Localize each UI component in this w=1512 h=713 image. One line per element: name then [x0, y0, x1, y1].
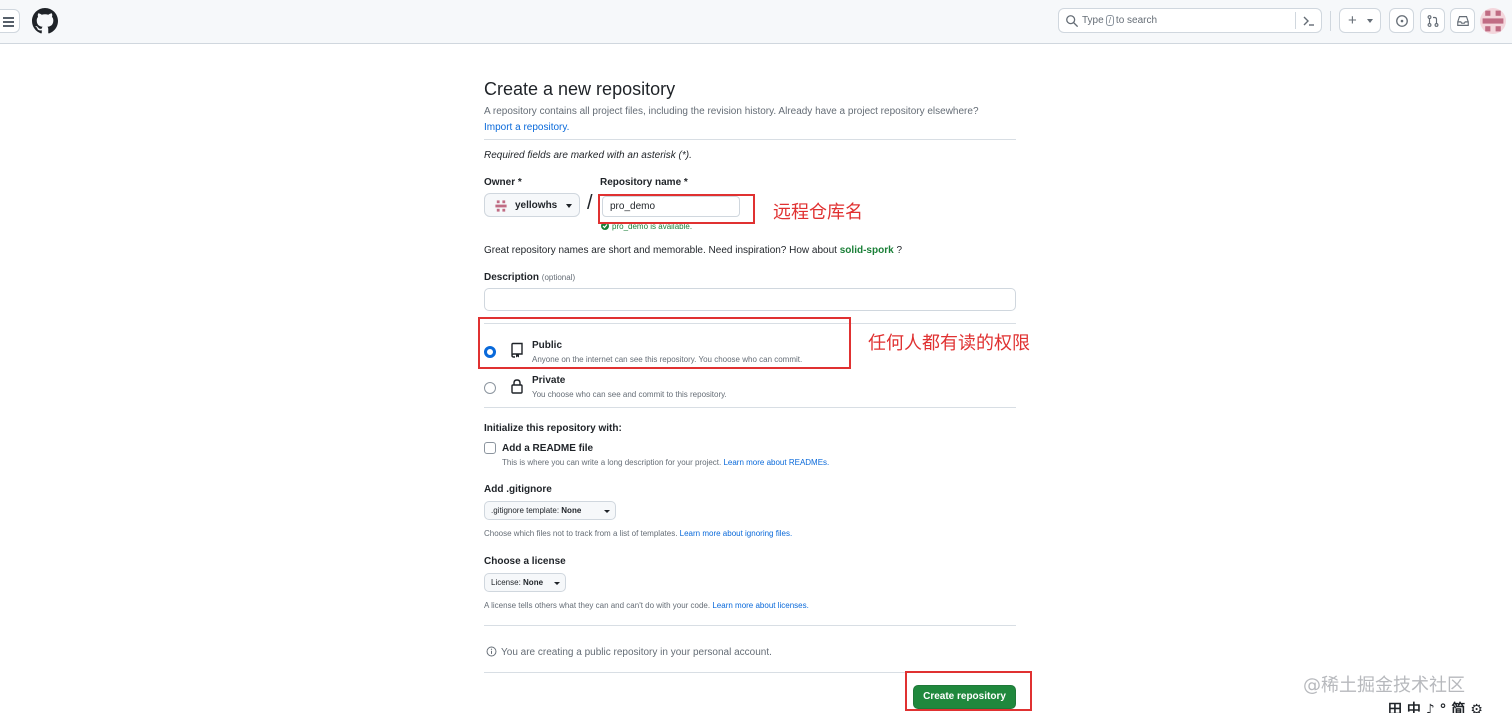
pull-requests-button[interactable]: [1420, 8, 1445, 33]
annotation-repo-name: 远程仓库名: [773, 202, 863, 223]
initialize-heading: Initialize this repository with:: [484, 423, 622, 434]
issue-opened-icon: [1396, 15, 1408, 27]
search-shortcut-key: /: [1105, 15, 1114, 26]
issues-button[interactable]: [1389, 8, 1414, 33]
private-title: Private: [532, 375, 566, 386]
gitignore-template-select[interactable]: .gitignore template: None: [484, 501, 616, 520]
license-select[interactable]: License: None: [484, 573, 566, 592]
inbox-icon: [1457, 16, 1469, 26]
private-subtitle: You choose who can see and commit to thi…: [532, 390, 727, 399]
search-placeholder: Type / to search: [1082, 15, 1158, 26]
owner-name: yellowhs: [515, 200, 558, 211]
readme-learn-more-link[interactable]: Learn more about READMEs.: [723, 458, 829, 467]
divider: [484, 139, 1016, 140]
menu-button[interactable]: [0, 9, 20, 33]
create-repository-button[interactable]: Create repository: [913, 685, 1016, 709]
gitignore-heading: Add .gitignore: [484, 484, 552, 495]
owner-repo-separator: /: [587, 192, 593, 214]
suggested-name[interactable]: solid-spork: [840, 245, 894, 256]
gitignore-learn-more-link[interactable]: Learn more about ignoring files.: [680, 529, 793, 538]
search-icon: [1066, 15, 1078, 27]
name-inspiration: Great repository names are short and mem…: [484, 245, 902, 256]
git-pull-request-icon: [1427, 15, 1439, 27]
gitignore-help: Choose which files not to track from a l…: [484, 529, 793, 538]
plus-icon: +: [1348, 12, 1357, 29]
search-input[interactable]: Type / to search: [1058, 8, 1322, 33]
divider: [484, 323, 1016, 324]
command-palette-icon[interactable]: [1301, 13, 1317, 29]
public-subtitle: Anyone on the internet can see this repo…: [532, 355, 803, 364]
chevron-down-icon: [604, 510, 610, 513]
identicon-icon: [1482, 10, 1504, 32]
readme-label[interactable]: Add a README file: [502, 443, 593, 454]
readme-checkbox[interactable]: [484, 442, 496, 454]
description-label: Description (optional): [484, 272, 576, 283]
chevron-down-icon: [566, 204, 572, 208]
license-learn-more-link[interactable]: Learn more about licenses.: [712, 601, 809, 610]
owner-label: Owner *: [484, 177, 522, 188]
required-fields-note: Required fields are marked with an aster…: [484, 150, 692, 161]
readme-help: This is where you can write a long descr…: [502, 458, 830, 467]
license-help: A license tells others what they can and…: [484, 601, 809, 610]
create-new-button[interactable]: +: [1339, 8, 1381, 33]
inbox-button[interactable]: [1450, 8, 1475, 33]
license-heading: Choose a license: [484, 556, 566, 567]
hamburger-icon: [3, 17, 14, 19]
public-info-message: You are creating a public repository in …: [486, 646, 772, 658]
page-title: Create a new repository: [484, 79, 676, 99]
watermark: @稀土掘金技术社区: [1303, 675, 1465, 696]
owner-avatar-icon: [495, 200, 507, 212]
check-circle-icon: [601, 222, 609, 230]
divider: [484, 625, 1016, 626]
repository-name-input[interactable]: [602, 196, 740, 217]
lock-icon: [511, 379, 523, 394]
repo-icon: [511, 342, 523, 358]
import-repository-link[interactable]: Import a repository.: [484, 122, 569, 133]
chevron-down-icon: [554, 582, 560, 585]
repository-name-label: Repository name *: [600, 177, 688, 188]
description-input[interactable]: [484, 288, 1016, 311]
divider: [484, 407, 1016, 408]
owner-select[interactable]: yellowhs: [484, 193, 580, 217]
global-header: Type / to search +: [0, 0, 1512, 44]
availability-message: pro_demo is available.: [601, 222, 692, 231]
private-radio[interactable]: [484, 382, 496, 394]
public-radio[interactable]: [484, 346, 496, 358]
visibility-private-option[interactable]: Private You choose who can see and commi…: [484, 372, 1016, 402]
user-avatar[interactable]: [1480, 8, 1506, 34]
page-description: A repository contains all project files,…: [484, 106, 979, 133]
chevron-down-icon: [1367, 19, 1373, 23]
divider: [484, 672, 1016, 673]
github-logo-icon[interactable]: [32, 8, 58, 34]
ime-toolbar: 田 中 ♪ ° 简 ⚙: [1388, 702, 1483, 713]
info-icon: [486, 646, 497, 657]
public-title: Public: [532, 340, 563, 351]
annotation-public: 任何人都有读的权限: [868, 333, 1030, 354]
